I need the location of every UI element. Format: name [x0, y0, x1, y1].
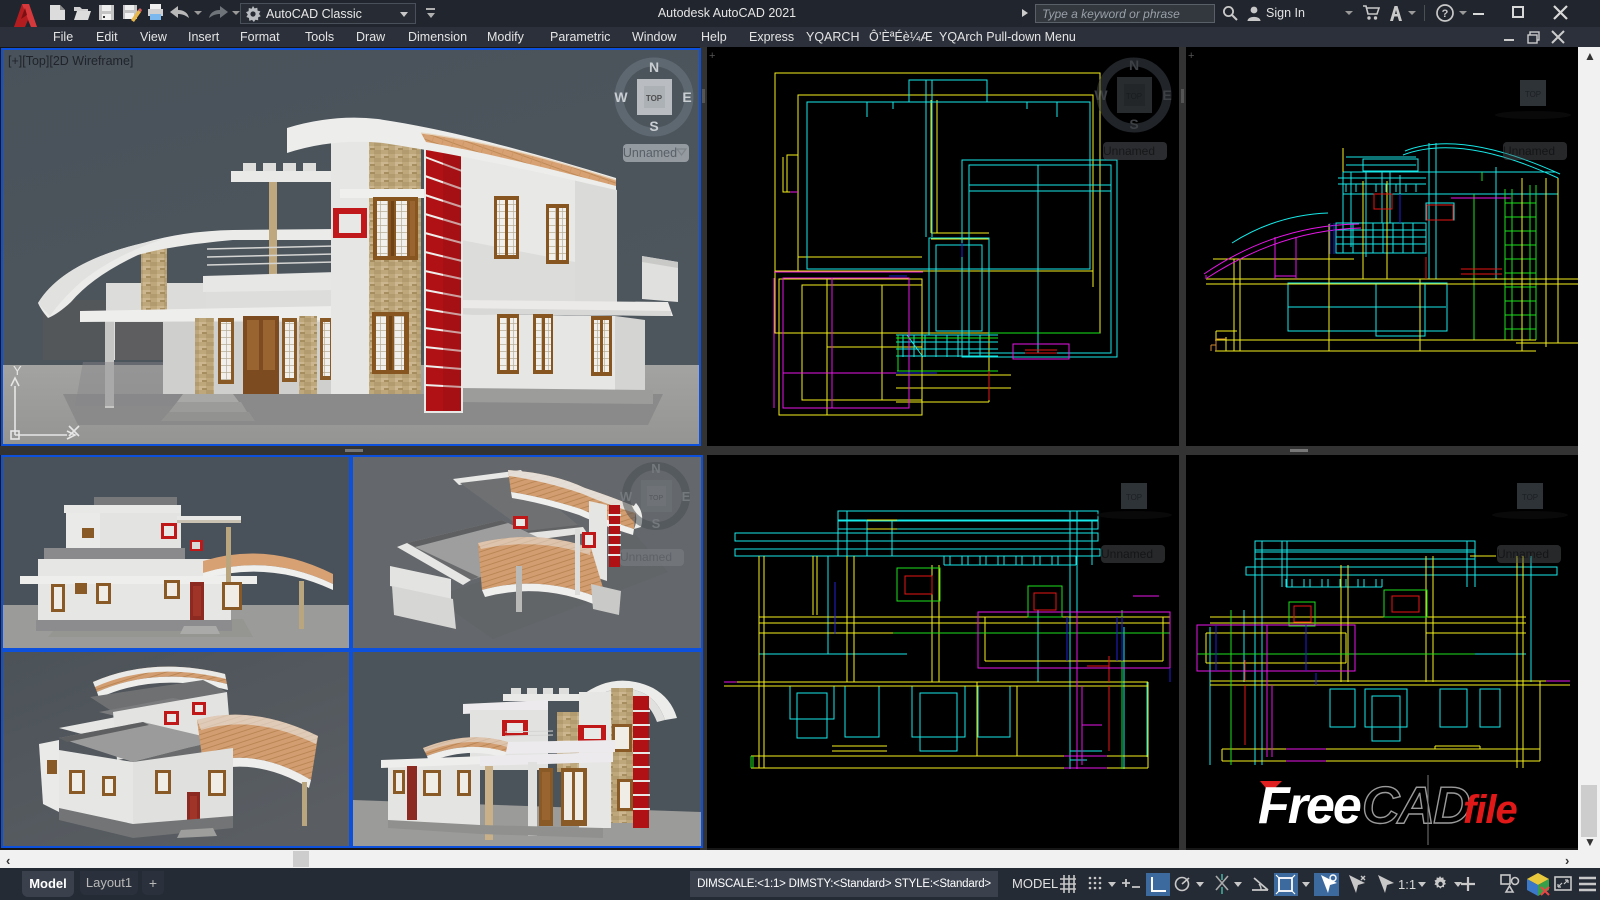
- svg-text:N: N: [649, 59, 659, 75]
- svg-text:Unnamed: Unnamed: [623, 146, 677, 160]
- svg-text:1:1: 1:1: [1398, 877, 1416, 892]
- svg-text:TOP: TOP: [1525, 90, 1541, 99]
- svg-text:TOP: TOP: [1126, 92, 1142, 101]
- svg-text:Free: Free: [1258, 777, 1361, 835]
- svg-text:?: ?: [1442, 8, 1449, 20]
- svg-text:S: S: [652, 516, 661, 531]
- svg-text:TOP: TOP: [1522, 493, 1538, 502]
- svg-text:Unnamed: Unnamed: [620, 550, 672, 564]
- svg-text:W: W: [1094, 87, 1108, 103]
- svg-text:Unnamed: Unnamed: [1497, 547, 1549, 561]
- svg-text:+: +: [1188, 50, 1194, 62]
- svg-text:TOP: TOP: [649, 495, 664, 502]
- svg-text:E: E: [682, 89, 691, 105]
- svg-text:S: S: [1129, 116, 1138, 132]
- svg-text:+: +: [709, 50, 715, 62]
- svg-text:W: W: [620, 489, 633, 504]
- svg-text:file: file: [1463, 788, 1518, 832]
- svg-text:N: N: [651, 461, 660, 476]
- svg-text:[+][Top][2D Wireframe]: [+][Top][2D Wireframe]: [8, 54, 133, 68]
- svg-text:Unnamed: Unnamed: [1503, 144, 1555, 158]
- svg-text:N: N: [1129, 57, 1139, 73]
- svg-text:S: S: [649, 118, 658, 134]
- svg-text:Unnamed: Unnamed: [1101, 547, 1153, 561]
- svg-text:TOP: TOP: [1126, 493, 1142, 502]
- svg-text:E: E: [682, 489, 691, 504]
- svg-text:Y: Y: [13, 363, 22, 378]
- svg-text:Unnamed: Unnamed: [1103, 144, 1155, 158]
- svg-text:W: W: [614, 89, 628, 105]
- svg-text:CAD: CAD: [1362, 777, 1470, 835]
- svg-text:E: E: [1162, 87, 1171, 103]
- svg-text:TOP: TOP: [646, 94, 663, 103]
